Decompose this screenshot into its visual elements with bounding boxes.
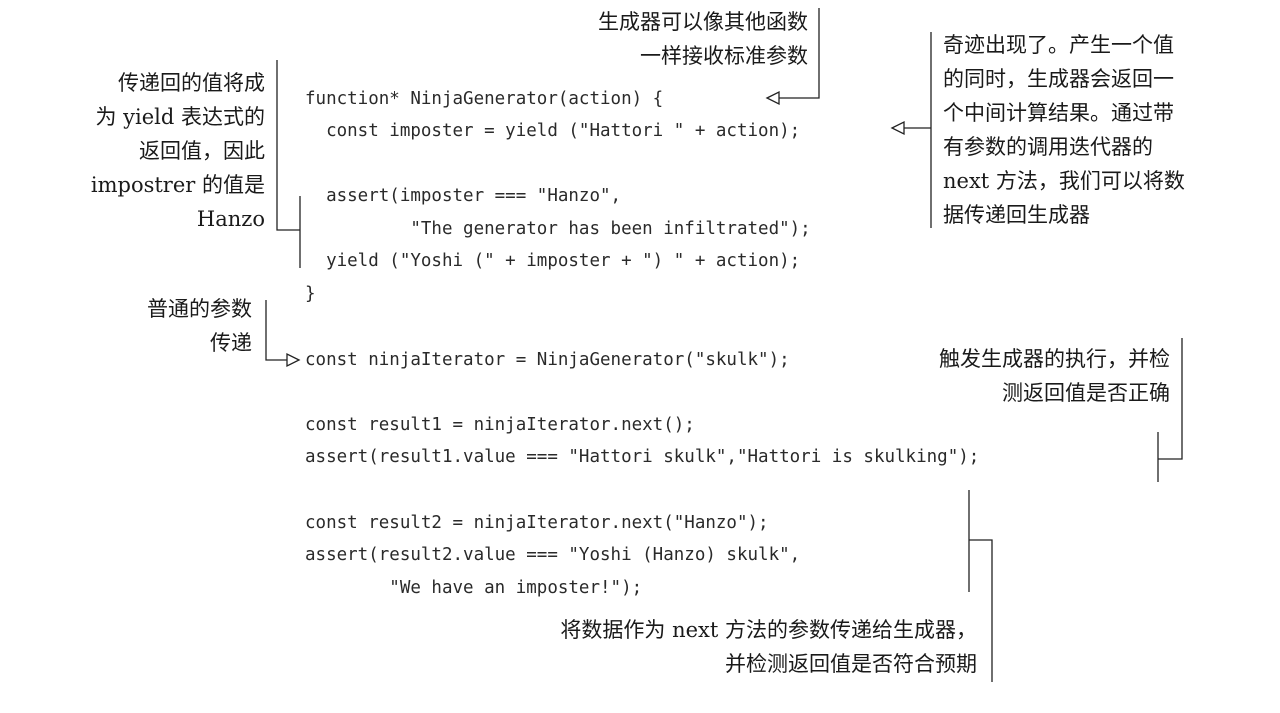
yield-value-connector [276,60,301,268]
params-arrowhead [765,90,780,106]
magic-arrowhead [890,120,905,136]
connector-lines [265,8,1183,682]
normal-params-arrowhead [286,352,301,368]
magic-connector [904,32,932,228]
pass-data-connector [968,490,993,682]
normal-params-connector [265,300,287,361]
params-connector [779,8,820,99]
trigger-connector [1157,338,1183,482]
